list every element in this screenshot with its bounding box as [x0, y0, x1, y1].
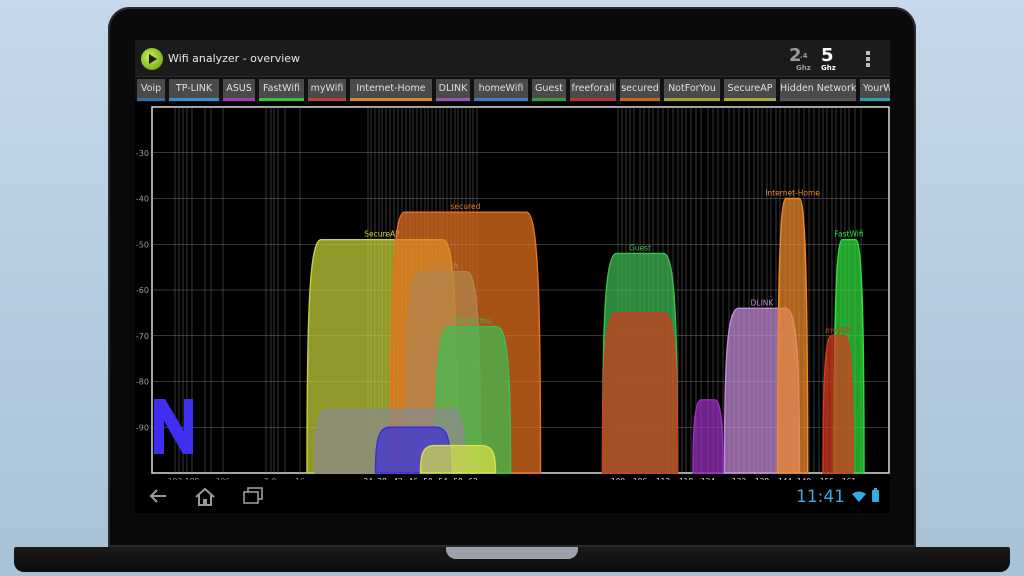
network-label: SecureAP [364, 230, 400, 239]
band-2.4-sub: .4 [800, 52, 808, 60]
overflow-menu-icon[interactable] [866, 51, 870, 67]
network-hump[interactable] [601, 312, 679, 474]
tab-yourwifi[interactable]: YourWifi [860, 79, 890, 101]
network-hump[interactable] [692, 399, 724, 474]
tab-guest[interactable]: Guest [532, 79, 566, 101]
network-label: NotForYou [454, 317, 492, 326]
tab-mywifi[interactable]: myWifi [308, 79, 346, 101]
system-navbar: 11:41 [135, 480, 890, 513]
tab-fastwifi[interactable]: FastWifi [259, 79, 304, 101]
network-label: Internet-Home [765, 189, 820, 198]
network-hump[interactable] [419, 444, 497, 474]
app-title: Wifi analyzer - overview [168, 52, 301, 65]
channel-signal-chart: -30-40-50-60-70-80-901831881967916343842… [136, 106, 890, 480]
wifi-status-icon [852, 491, 866, 502]
tab-internet-home[interactable]: Internet-Home [350, 79, 432, 101]
y-tick-label: -80 [136, 378, 149, 387]
tab-hidden-network[interactable]: Hidden Network [780, 79, 856, 101]
back-icon[interactable] [147, 486, 169, 506]
band-5-main: 5 [821, 45, 834, 66]
network-label: myWifi [825, 326, 851, 335]
device-screen: Wifi analyzer - overview 2 .4 Ghz 5 Ghz … [135, 40, 890, 513]
tab-secured[interactable]: secured [620, 79, 660, 101]
tab-freeforall[interactable]: freeforall [570, 79, 616, 101]
y-tick-label: -60 [136, 286, 149, 295]
laptop-notch [446, 547, 578, 559]
band-5-unit: Ghz [821, 64, 836, 72]
tab-voip[interactable]: Voip [137, 79, 165, 101]
tab-homewifi[interactable]: homeWifi [474, 79, 528, 101]
y-tick-label: -40 [136, 195, 149, 204]
y-tick-label: -50 [136, 240, 149, 249]
network-filter-tabs: Voip TP-LINK ASUS FastWifi myWifi Internet-Ho… [135, 77, 890, 102]
band-2.4-unit: Ghz [796, 64, 811, 72]
y-tick-label: -70 [136, 332, 149, 341]
app-play-icon[interactable] [141, 48, 163, 70]
tab-notforyou[interactable]: NotForYou [664, 79, 720, 101]
tab-secureap[interactable]: SecureAP [724, 79, 776, 101]
band-2.4ghz-button[interactable]: 2 .4 Ghz [789, 46, 811, 73]
network-label: FastWifi [834, 230, 863, 239]
home-icon[interactable] [193, 486, 217, 508]
battery-icon [872, 488, 879, 502]
network-hump[interactable] [822, 335, 854, 474]
y-tick-label: -90 [136, 423, 149, 432]
status-clock: 11:41 [796, 487, 845, 507]
network-label: secured [451, 202, 481, 211]
network-label: Guest [629, 243, 651, 252]
tab-dlink[interactable]: DLINK [436, 79, 470, 101]
recent-apps-icon[interactable] [241, 486, 265, 506]
y-tick-label: -30 [136, 149, 149, 158]
action-bar: Wifi analyzer - overview 2 .4 Ghz 5 Ghz [135, 40, 890, 77]
network-hump[interactable] [776, 197, 809, 474]
band-5ghz-button[interactable]: 5 Ghz [821, 45, 836, 73]
network-label: DLINK [751, 298, 775, 307]
tab-tp-link[interactable]: TP-LINK [169, 79, 219, 101]
tab-asus[interactable]: ASUS [223, 79, 255, 101]
